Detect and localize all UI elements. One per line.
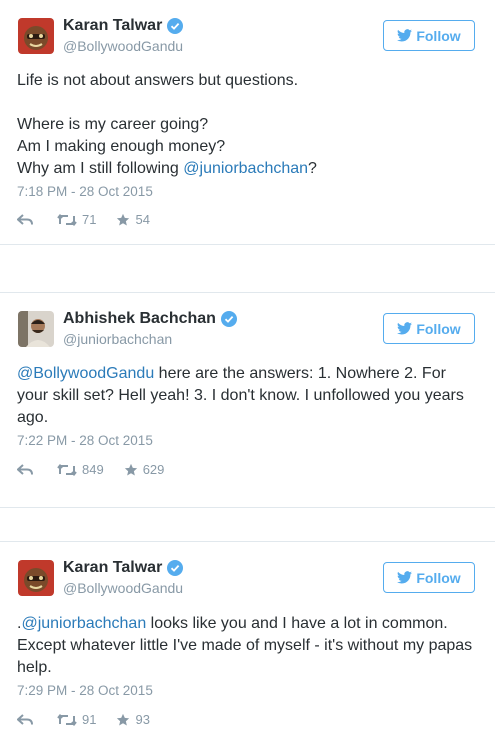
follow-label: Follow [416,569,461,586]
retweet-count: 91 [82,712,97,727]
mention-link[interactable]: @BollywoodGandu [17,365,154,382]
tweet-text: Life is not about answers but questions.… [17,70,478,180]
like-count: 629 [142,462,165,477]
like-button[interactable]: 54 [116,212,150,227]
timestamp[interactable]: 7:29 PM - 28 Oct 2015 [17,683,153,698]
divider [0,245,495,292]
verified-badge-icon [167,18,184,34]
twitter-bird-icon [397,29,413,42]
display-name[interactable]: Abhishek Bachchan [63,310,216,328]
retweet-icon [57,463,77,476]
follow-label: Follow [416,27,461,44]
tweet-actions: 849 629 [17,462,164,477]
retweet-button[interactable]: 71 [57,212,96,227]
user-handle[interactable]: @BollywoodGandu [63,38,183,54]
tweet-text-segment: ? [308,160,317,177]
star-icon [117,713,130,726]
star-icon [124,463,137,476]
tweet-card: Karan Talwar @BollywoodGandu Follow .@ju… [0,541,495,741]
follow-label: Follow [416,320,461,337]
like-button[interactable]: 629 [124,462,165,477]
follow-button[interactable]: Follow [383,562,475,593]
reply-icon [17,713,33,725]
verified-badge-icon [220,311,237,327]
tweet-card: Abhishek Bachchan @juniorbachchan Follow… [0,292,495,508]
twitter-bird-icon [397,571,413,584]
mention-link[interactable]: @juniorbachchan [183,160,308,177]
avatar[interactable] [18,560,54,596]
user-handle[interactable]: @juniorbachchan [63,331,172,347]
retweet-button[interactable]: 849 [57,462,104,477]
display-name[interactable]: Karan Talwar [63,559,162,577]
like-count: 93 [135,712,150,727]
name-row: Abhishek Bachchan [63,310,237,328]
tweet-text: @BollywoodGandu here are the answers: 1.… [17,363,478,429]
like-button[interactable]: 93 [116,712,150,727]
twitter-bird-icon [397,322,413,335]
star-icon [117,213,130,226]
retweet-button[interactable]: 91 [57,712,96,727]
verified-badge-icon [167,560,184,576]
avatar[interactable] [18,18,54,54]
divider [0,508,495,541]
display-name[interactable]: Karan Talwar [63,17,162,35]
reply-icon [17,213,33,225]
reply-icon [17,463,33,475]
retweet-icon [57,713,77,726]
timestamp[interactable]: 7:22 PM - 28 Oct 2015 [17,433,153,448]
reply-button[interactable] [17,213,33,226]
retweet-count: 849 [82,462,104,477]
tweet-actions: 71 54 [17,212,150,227]
avatar[interactable] [18,311,54,347]
reply-button[interactable] [17,713,33,726]
user-handle[interactable]: @BollywoodGandu [63,580,183,596]
tweet-text: .@juniorbachchan looks like you and I ha… [17,613,478,679]
tweet-actions: 91 93 [17,712,150,727]
follow-button[interactable]: Follow [383,313,475,344]
timestamp[interactable]: 7:18 PM - 28 Oct 2015 [17,184,153,199]
follow-button[interactable]: Follow [383,20,475,51]
name-row: Karan Talwar [63,17,184,35]
tweet-card: Karan Talwar @BollywoodGandu Follow Life… [0,0,495,245]
reply-button[interactable] [17,463,33,476]
retweet-icon [57,213,77,226]
mention-link[interactable]: @juniorbachchan [21,615,146,632]
like-count: 54 [135,212,150,227]
name-row: Karan Talwar [63,559,184,577]
retweet-count: 71 [82,212,97,227]
